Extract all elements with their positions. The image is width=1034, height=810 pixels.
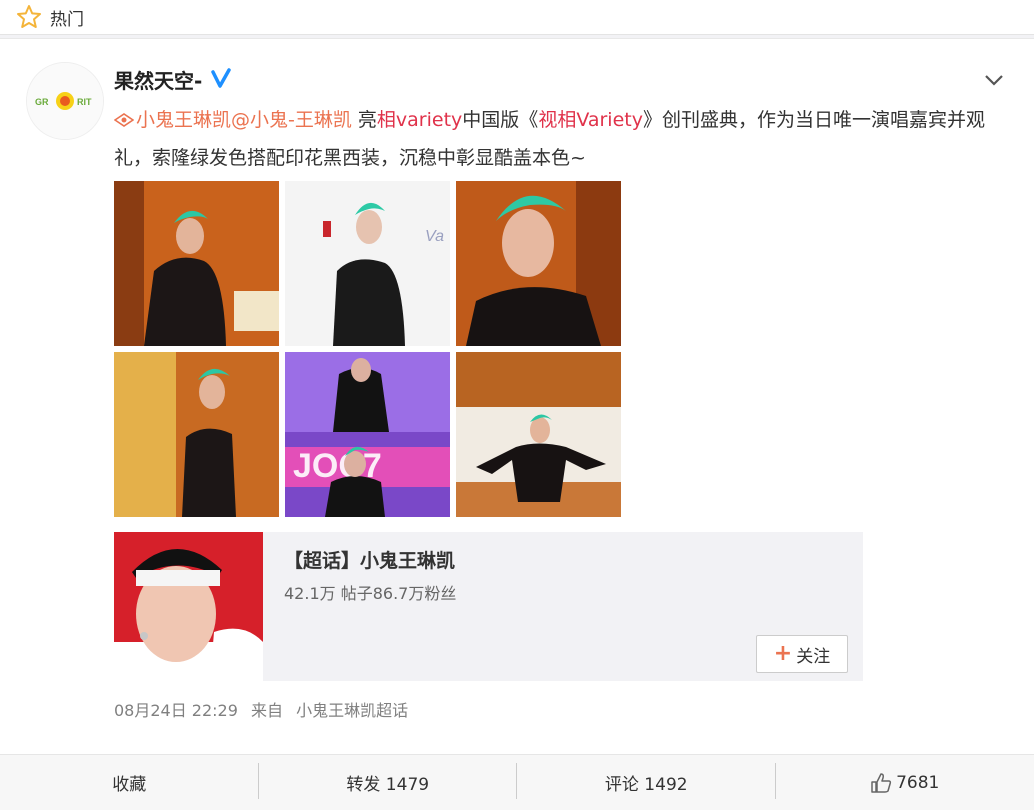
photo-2[interactable]: Va [285, 181, 450, 346]
post-meta: 08月24日 22:29 来自 小鬼王琳凯超话 [114, 697, 416, 721]
text-segment: 中国版《 [462, 109, 538, 131]
super-topic-card[interactable]: 【超话】小鬼王琳凯 42.1万 帖子86.7万粉丝 + 关注 [114, 532, 863, 681]
press-wall-text: Va [425, 228, 444, 245]
svg-text:RIT: RIT [77, 97, 92, 107]
username[interactable]: 果然天空- [114, 65, 202, 94]
super-topic-image [114, 532, 263, 681]
star-outline-icon [16, 4, 42, 30]
super-topic-stats: 42.1万 帖子86.7万粉丝 [284, 580, 456, 604]
svg-text:GR: GR [35, 97, 49, 107]
super-topic-link[interactable]: 小鬼王琳凯 [136, 109, 231, 131]
photo-4[interactable] [114, 352, 279, 517]
avatar-logo: GR RIT [27, 63, 103, 139]
chevron-down-icon[interactable] [982, 70, 1006, 90]
verified-v-icon [210, 68, 232, 90]
like-count: 7681 [896, 773, 939, 793]
post-source[interactable]: 小鬼王琳凯超话 [296, 701, 408, 720]
post-text: 小鬼王琳凯@小鬼-王琳凯 亮相variety中国版《视相Variety》创刊盛典… [114, 101, 994, 177]
comment-label: 评论 1492 [605, 770, 688, 795]
follow-label: 关注 [796, 642, 830, 667]
photo-5[interactable]: JOC7 [285, 352, 450, 517]
text-segment: 亮 [352, 109, 377, 131]
plus-icon: + [774, 643, 792, 665]
super-topic-title[interactable]: 【超话】小鬼王琳凯 [284, 546, 455, 573]
magazine-link[interactable]: 视相Variety [538, 109, 643, 131]
repost-label: 转发 1479 [346, 770, 429, 795]
topic-eye-icon [114, 113, 134, 127]
mention-link[interactable]: @小鬼-王琳凯 [231, 109, 352, 131]
follow-button[interactable]: + 关注 [756, 635, 848, 673]
section-title: 热门 [50, 5, 84, 30]
like-button[interactable]: 7681 [776, 755, 1034, 810]
action-bar: 收藏 转发 1479 评论 1492 7681 [0, 754, 1034, 810]
thumbs-up-icon [870, 772, 892, 794]
post-time[interactable]: 08月24日 22:29 [114, 701, 238, 720]
repost-button[interactable]: 转发 1479 [259, 755, 518, 810]
source-prefix: 来自 [251, 701, 283, 720]
section-header: 热门 [0, 0, 1034, 35]
avatar[interactable]: GR RIT [26, 62, 104, 140]
favorite-button[interactable]: 收藏 [0, 755, 259, 810]
favorite-label: 收藏 [112, 770, 146, 795]
comment-button[interactable]: 评论 1492 [517, 755, 776, 810]
photo-1[interactable] [114, 181, 279, 346]
photo-6[interactable] [456, 352, 621, 517]
photo-3[interactable] [456, 181, 621, 346]
variety-link[interactable]: 相variety [377, 109, 462, 131]
